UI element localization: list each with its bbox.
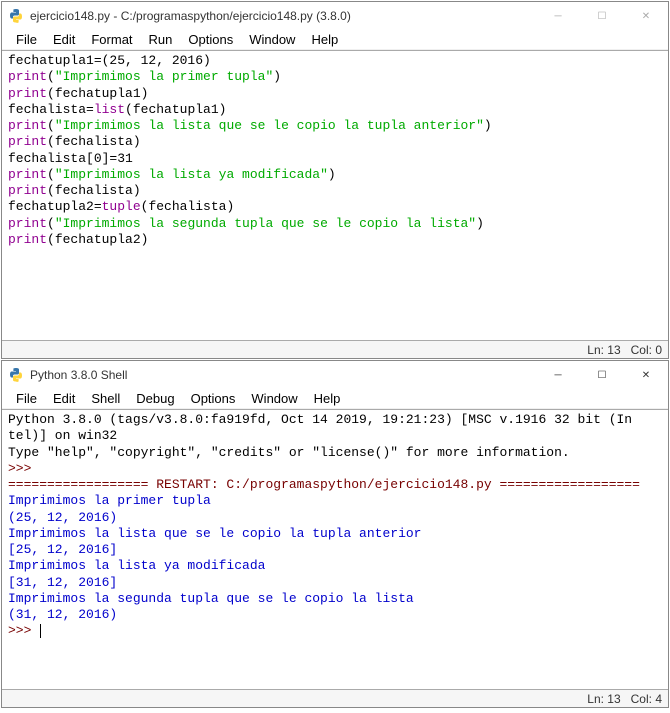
status-col: Col: 4: [631, 692, 662, 706]
code-text: (fechalista): [47, 134, 141, 149]
editor-menubar: File Edit Format Run Options Window Help: [2, 30, 668, 50]
status-line: Ln: 13: [587, 343, 620, 357]
code-text: fechalista=: [8, 102, 94, 117]
menu-edit[interactable]: Edit: [45, 32, 83, 47]
shell-output-line: [25, 12, 2016]: [8, 542, 117, 557]
shell-titlebar[interactable]: Python 3.8.0 Shell ─ ☐ ✕: [2, 361, 668, 389]
shell-output-line: Imprimimos la lista ya modificada: [8, 558, 265, 573]
code-builtin: print: [8, 183, 47, 198]
shell-output-line: (25, 12, 2016): [8, 510, 117, 525]
editor-window-controls: ─ ☐ ✕: [536, 2, 668, 30]
menu-help[interactable]: Help: [306, 391, 349, 406]
python-shell-icon: [8, 367, 24, 383]
shell-prompt: >>>: [8, 623, 31, 638]
code-builtin: tuple: [102, 199, 141, 214]
menu-options[interactable]: Options: [183, 391, 244, 406]
shell-banner: Python 3.8.0 (tags/v3.8.0:fa919fd, Oct 1…: [8, 412, 632, 427]
editor-titlebar[interactable]: ejercicio148.py - C:/programaspython/eje…: [2, 2, 668, 30]
code-string: "Imprimimos la segunda tupla que se le c…: [55, 216, 476, 231]
code-builtin: print: [8, 86, 47, 101]
code-builtin: print: [8, 216, 47, 231]
code-line: fechatupla1=(25, 12, 2016): [8, 53, 211, 68]
code-text: fechalista[0]=31: [8, 151, 133, 166]
close-button[interactable]: ✕: [624, 2, 668, 30]
code-string: "Imprimimos la primer tupla": [55, 69, 273, 84]
code-builtin: list: [94, 102, 125, 117]
minimize-button[interactable]: ─: [536, 2, 580, 30]
menu-file[interactable]: File: [8, 32, 45, 47]
code-string: "Imprimimos la lista que se le copio la …: [55, 118, 484, 133]
status-col: Col: 0: [631, 343, 662, 357]
shell-banner: Type "help", "copyright", "credits" or "…: [8, 445, 570, 460]
shell-title: Python 3.8.0 Shell: [30, 368, 536, 382]
code-builtin: print: [8, 69, 47, 84]
code-editor[interactable]: fechatupla1=(25, 12, 2016) print("Imprim…: [2, 50, 668, 340]
shell-output-line: Imprimimos la lista que se le copio la t…: [8, 526, 421, 541]
status-line: Ln: 13: [587, 692, 620, 706]
close-button[interactable]: ✕: [624, 361, 668, 389]
editor-window: ejercicio148.py - C:/programaspython/eje…: [1, 1, 669, 359]
shell-banner: tel)] on win32: [8, 428, 117, 443]
shell-restart-line: ================== RESTART: C:/programas…: [8, 477, 640, 492]
menu-shell[interactable]: Shell: [83, 391, 128, 406]
minimize-button[interactable]: ─: [536, 361, 580, 389]
menu-window[interactable]: Window: [243, 391, 305, 406]
code-text: (fechatupla2): [47, 232, 148, 247]
shell-output-line: (31, 12, 2016): [8, 607, 117, 622]
text-cursor-icon: [40, 624, 41, 638]
maximize-button[interactable]: ☐: [580, 361, 624, 389]
code-text: (fechalista): [141, 199, 235, 214]
code-builtin: print: [8, 134, 47, 149]
shell-prompt: >>>: [8, 461, 31, 476]
code-builtin: print: [8, 232, 47, 247]
code-builtin: print: [8, 167, 47, 182]
shell-window: Python 3.8.0 Shell ─ ☐ ✕ File Edit Shell…: [1, 360, 669, 708]
python-file-icon: [8, 8, 24, 24]
menu-file[interactable]: File: [8, 391, 45, 406]
editor-title: ejercicio148.py - C:/programaspython/eje…: [30, 9, 536, 23]
editor-statusbar: Ln: 13 Col: 0: [2, 340, 668, 358]
code-text: (fechatupla1): [47, 86, 148, 101]
code-text: (fechalista): [47, 183, 141, 198]
code-text: (fechatupla1): [125, 102, 226, 117]
menu-run[interactable]: Run: [141, 32, 181, 47]
menu-options[interactable]: Options: [180, 32, 241, 47]
shell-window-controls: ─ ☐ ✕: [536, 361, 668, 389]
menu-window[interactable]: Window: [241, 32, 303, 47]
menu-format[interactable]: Format: [83, 32, 140, 47]
menu-edit[interactable]: Edit: [45, 391, 83, 406]
shell-output-line: [31, 12, 2016]: [8, 575, 117, 590]
shell-menubar: File Edit Shell Debug Options Window Hel…: [2, 389, 668, 409]
maximize-button[interactable]: ☐: [580, 2, 624, 30]
shell-output-line: Imprimimos la segunda tupla que se le co…: [8, 591, 414, 606]
shell-output[interactable]: Python 3.8.0 (tags/v3.8.0:fa919fd, Oct 1…: [2, 409, 668, 689]
code-string: "Imprimimos la lista ya modificada": [55, 167, 328, 182]
shell-output-line: Imprimimos la primer tupla: [8, 493, 211, 508]
menu-debug[interactable]: Debug: [128, 391, 182, 406]
menu-help[interactable]: Help: [303, 32, 346, 47]
code-text: fechatupla2=: [8, 199, 102, 214]
code-builtin: print: [8, 118, 47, 133]
shell-statusbar: Ln: 13 Col: 4: [2, 689, 668, 707]
